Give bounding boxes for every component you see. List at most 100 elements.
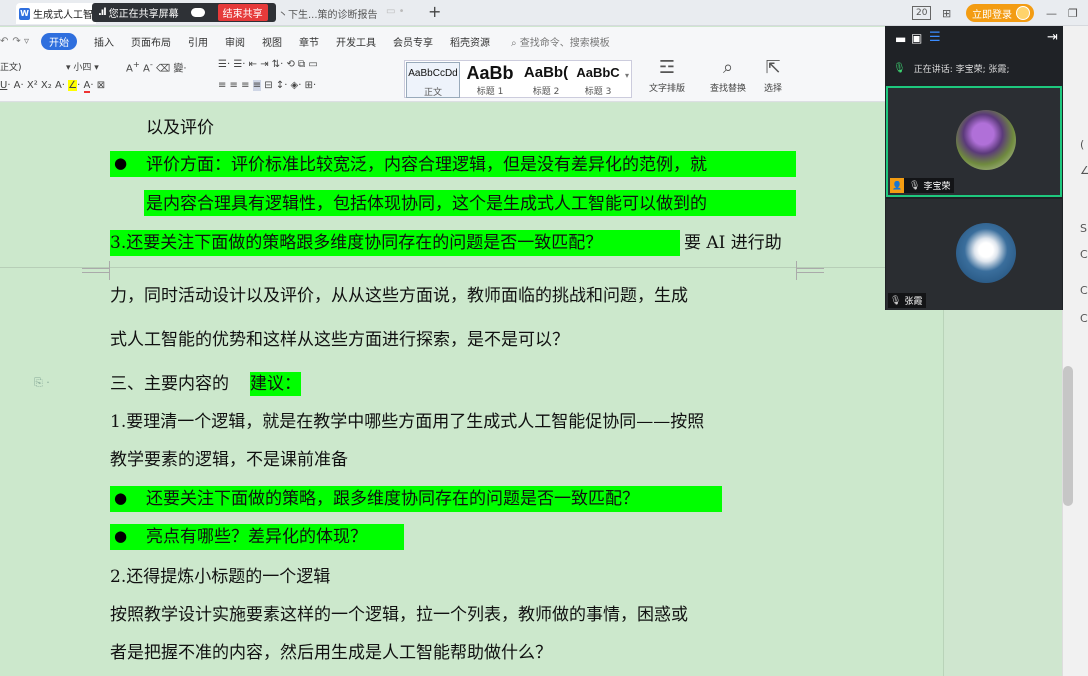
- style-name: 标题 1: [476, 87, 504, 97]
- menu-page-layout[interactable]: 页面布局: [131, 34, 171, 49]
- doc-line: 是内容合理具有逻辑性，包括体现协同，这个是生成式人工智能可以做到的: [146, 194, 707, 214]
- wps-writer-icon: W: [19, 7, 30, 20]
- video-tile-participant-2[interactable]: 🎙 张霞: [886, 199, 1062, 310]
- tab-active-document[interactable]: W 生成式人工智: [16, 3, 96, 24]
- style-heading-2[interactable]: AaBb( 标题 2: [520, 62, 572, 98]
- layout-icon[interactable]: ☰: [929, 30, 941, 45]
- doc-line: 3.还要关注下面做的策略跟多维度协同存在的问题是否一致匹配？: [110, 233, 603, 253]
- paragraph-format-icons[interactable]: ☰· ☰· ⇤ ⇥ ⇅· ⟲ ⧉ ▭: [218, 59, 318, 70]
- login-label: 立即登录: [972, 9, 1012, 21]
- alignment-icons[interactable]: ≡ ≡ ≡ ≡ ⊟ ↕· ◈· ⊞·: [218, 80, 316, 91]
- char-format-icons[interactable]: U· A· X² X₂ A· ∠· A· ⊠: [0, 80, 105, 93]
- screen-share-bar: .ıl 您正在共享屏幕 结束共享: [92, 3, 276, 22]
- mic-icon: 🎙: [890, 295, 902, 306]
- doc-line: 1.要理清一个逻辑，就是在教学中哪些方面用了生成式人工智能促协同——按照: [110, 412, 705, 432]
- cloud-icon[interactable]: [190, 8, 205, 17]
- text-layout-label: 文字排版: [648, 84, 685, 94]
- collapse-icon[interactable]: ⇥: [1047, 30, 1058, 45]
- undo-icon[interactable]: ↶: [0, 36, 8, 47]
- style-name: 标题 3: [584, 87, 612, 97]
- partial-text: C: [1080, 312, 1088, 325]
- doc-line-highlight: 建议：: [250, 372, 301, 396]
- video-tile-participant-1[interactable]: 👤 🎙 李宝荣: [886, 86, 1062, 197]
- badge-20[interactable]: 20: [912, 6, 932, 20]
- menu-references[interactable]: 引用: [188, 34, 208, 49]
- end-share-button[interactable]: 结束共享: [217, 4, 268, 21]
- doc-line: 按照教学设计实施要素这样的一个逻辑，拉一个列表，教师做的事情，困惑或: [110, 605, 688, 625]
- style-name: 正文: [423, 88, 442, 98]
- text-layout-tool[interactable]: ☲ 文字排版: [644, 55, 690, 94]
- partial-text: C: [1080, 284, 1088, 297]
- doc-line: 2.还得提炼小标题的一个逻辑: [110, 567, 331, 587]
- vertical-scrollbar[interactable]: [1062, 26, 1088, 676]
- doc-line: 三、主要内容的: [110, 374, 229, 394]
- partial-text: ∠: [1080, 164, 1088, 177]
- paragraph-handle-icon[interactable]: ⎘ ·: [34, 376, 50, 390]
- tab-title: 生成式人工智: [33, 10, 93, 21]
- partial-text: C: [1080, 248, 1088, 261]
- magnifier-icon: ⌕: [722, 57, 734, 78]
- menu-member[interactable]: 会员专享: [393, 34, 433, 49]
- participant-name: 李宝荣: [923, 182, 951, 192]
- style-sample: AaBbCcDd: [408, 68, 458, 79]
- menu-developer[interactable]: 开发工具: [336, 34, 376, 49]
- meeting-panel: ▬ ▣ ☰ ⇥ 🎙 正在讲话: 李宝荣; 张霞; 👤 🎙 李宝荣 🎙 张霞: [885, 26, 1063, 310]
- menu-review[interactable]: 审阅: [225, 34, 245, 49]
- new-tab-button[interactable]: +: [428, 2, 441, 21]
- screen-icon[interactable]: ▭ •: [386, 6, 405, 17]
- grid-icon[interactable]: ⊞: [942, 4, 951, 22]
- tab-document-2[interactable]: 丶下生...策的诊断报告: [278, 3, 378, 24]
- font-size-select[interactable]: ▾ 小四 ▾: [66, 60, 99, 73]
- font-size-value: 小四: [73, 63, 92, 73]
- redo-icon[interactable]: ↷ ▿: [12, 36, 29, 47]
- page-corner-mark: [82, 268, 110, 280]
- scrollbar-thumb[interactable]: [1063, 366, 1073, 506]
- participant-name: 张霞: [904, 297, 923, 307]
- style-normal[interactable]: AaBbCcDd 正文: [406, 62, 460, 98]
- command-search[interactable]: ⌕ 查找命令、搜索模板: [511, 34, 610, 49]
- font-name-select[interactable]: 正文): [0, 63, 22, 73]
- speaking-label: 正在讲话:: [913, 64, 953, 75]
- select-label: 选择: [763, 84, 782, 94]
- style-heading-1[interactable]: AaBb 标题 1: [461, 62, 519, 98]
- speaking-indicator: 🎙 正在讲话: 李宝荣; 张霞;: [885, 58, 1063, 78]
- signal-icon: .ıl: [98, 7, 107, 18]
- mic-icon: 🎙: [893, 62, 906, 74]
- login-button[interactable]: 立即登录: [966, 4, 1034, 22]
- speaking-names: 李宝荣; 张霞;: [955, 64, 1010, 75]
- find-replace-tool[interactable]: ⌕ 查找替换: [702, 55, 754, 94]
- styles-more-icon[interactable]: ▾: [625, 71, 629, 80]
- bullet-icon: ●: [114, 154, 128, 172]
- share-status-text: 您正在共享屏幕: [108, 9, 179, 20]
- participant-name-tag: 🎙 张霞: [888, 293, 927, 308]
- participant-name-tag: 👤 🎙 李宝荣: [890, 178, 955, 193]
- doc-line: 以及评价: [146, 118, 214, 138]
- ribbon-menu: ↶ ↷ ▿ 开始 插入 页面布局 引用 审阅 视图 章节 开发工具 会员专享 稻…: [0, 33, 610, 50]
- doc-line: 者是把握不准的内容，然后用生成是人工智能帮助做什么？: [110, 643, 552, 663]
- menu-home[interactable]: 开始: [40, 33, 77, 50]
- doc-line: 力，同时活动设计以及评价，从从这些方面说，教师面临的挑战和问题，生成: [110, 286, 688, 306]
- meeting-toolbar: ▬ ▣ ☰ ⇥: [885, 26, 1063, 54]
- text-layout-icon: ☲: [658, 57, 676, 78]
- title-bar: W 生成式人工智 .ıl 您正在共享屏幕 结束共享 丶下生...策的诊断报告 ▭…: [0, 0, 1088, 26]
- menu-docer[interactable]: 稻壳资源: [450, 34, 490, 49]
- user-avatar: [1016, 6, 1030, 20]
- restore-icon[interactable]: ❐: [1068, 4, 1078, 22]
- mic-icon: 🎙: [909, 180, 921, 191]
- menu-view[interactable]: 视图: [262, 34, 282, 49]
- avatar: [956, 110, 1016, 170]
- font-format-icons[interactable]: A+ A- ⌫ 變·: [126, 59, 187, 74]
- select-tool[interactable]: ⇱ 选择: [756, 55, 790, 94]
- style-heading-3[interactable]: AaBbC 标题 3: [573, 62, 623, 98]
- doc-line: 教学要素的逻辑，不是课前准备: [110, 450, 348, 470]
- bullet-icon: ●: [114, 527, 128, 545]
- minimize-icon[interactable]: —: [1046, 4, 1057, 22]
- doc-line: 式人工智能的优势和这样从这些方面进行探索，是不是可以？: [110, 330, 569, 350]
- style-name: 标题 2: [532, 87, 560, 97]
- menu-insert[interactable]: 插入: [94, 34, 114, 49]
- minimize-icon[interactable]: ▬: [895, 32, 906, 46]
- menu-section[interactable]: 章节: [299, 34, 319, 49]
- window-icon[interactable]: ▣: [911, 31, 922, 45]
- document-page[interactable]: 以及评价 ● 评价方面：评价标准比较宽泛，内容合理逻辑，但是没有差异化的范例，就…: [0, 103, 943, 676]
- cursor-icon: ⇱: [765, 57, 781, 78]
